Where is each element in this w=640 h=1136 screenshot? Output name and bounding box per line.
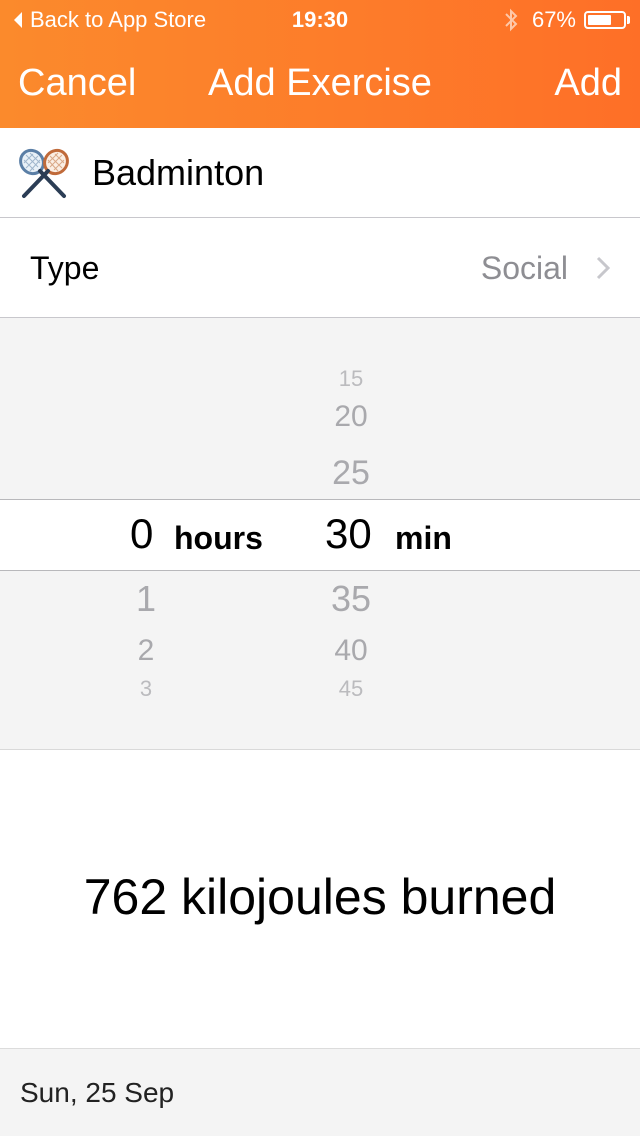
minutes-option[interactable]: 25 [311,454,391,493]
minutes-option[interactable]: 35 [311,578,391,620]
hours-selected[interactable]: 0 [130,510,153,558]
hours-option[interactable]: 3 [106,676,186,702]
duration-picker[interactable]: 15 20 25 0 hours 30 min 1 2 3 35 40 45 [0,318,640,750]
type-value: Social [480,250,568,286]
type-row[interactable]: Type Social [0,218,640,318]
hours-option[interactable]: 1 [106,578,186,620]
hours-unit-label: hours [174,520,263,556]
nav-bar: Cancel Add Exercise Add [0,40,640,128]
minutes-option[interactable]: 15 [311,366,391,392]
exercise-row[interactable]: Badminton [0,128,640,218]
page-title: Add Exercise [208,62,432,104]
hours-option[interactable]: 2 [106,634,186,668]
chevron-right-icon [596,256,610,280]
header: Back to App Store 19:30 67% Cancel Add E… [0,0,640,128]
date-label[interactable]: Sun, 25 Sep [20,1077,174,1109]
battery-percent: 67% [531,7,576,32]
add-button[interactable]: Add [554,62,622,105]
status-bar: Back to App Store 19:30 67% [0,0,640,40]
minutes-unit-label: min [395,520,452,556]
battery-icon [584,11,626,29]
type-label: Type [30,250,100,286]
exercise-name: Badminton [92,152,265,193]
bluetooth-icon [505,8,518,32]
minutes-option[interactable]: 45 [311,676,391,702]
kilojoules-burned-text: 762 kilojoules burned [83,869,557,925]
battery-cap [627,16,630,24]
minutes-selected[interactable]: 30 [325,510,372,558]
picker-selection-band: 0 hours 30 min [0,499,640,571]
badminton-rackets-icon [19,148,69,198]
status-right: 67% [504,0,630,40]
footer-bar: Sun, 25 Sep [0,1048,640,1136]
minutes-option[interactable]: 20 [311,400,391,434]
battery-fill [588,15,611,25]
minutes-option[interactable]: 40 [311,634,391,668]
